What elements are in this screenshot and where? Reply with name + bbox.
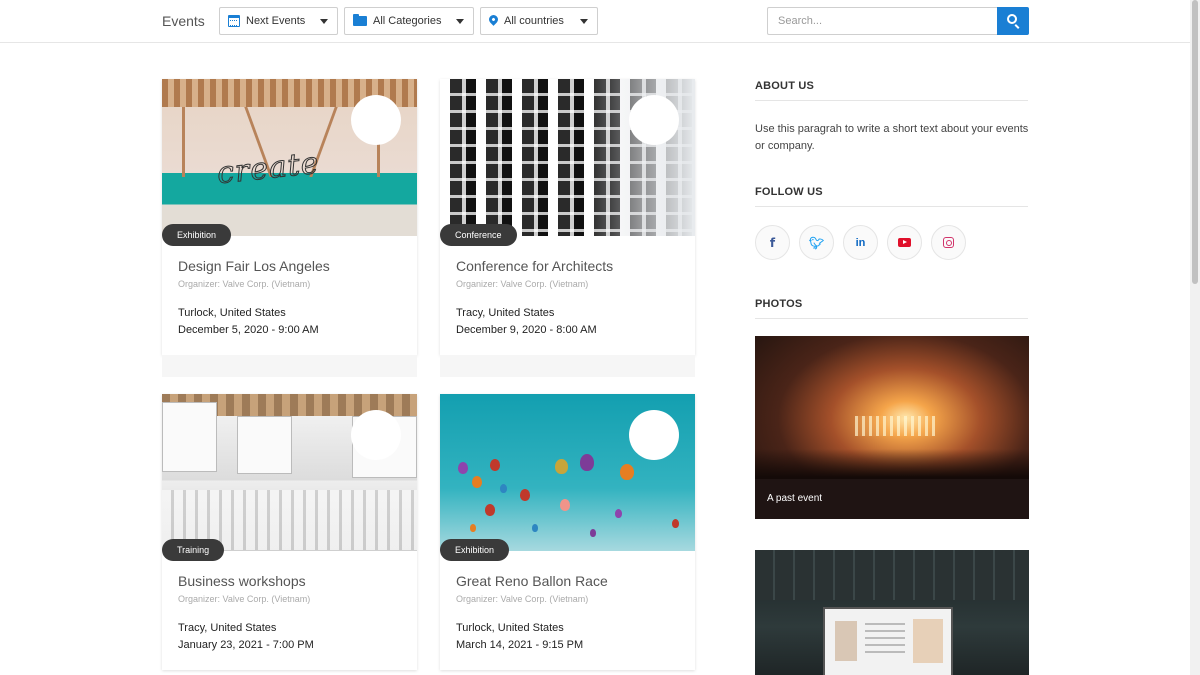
country-filter-label: All countries bbox=[504, 15, 564, 27]
instagram-button[interactable] bbox=[931, 225, 966, 260]
category-filter-dropdown[interactable]: All Categories bbox=[344, 7, 474, 35]
instagram-icon bbox=[943, 237, 954, 248]
caret-down-icon bbox=[580, 19, 588, 24]
page-scrollbar[interactable] bbox=[1190, 0, 1200, 675]
event-card[interactable]: Training Business workshops Organizer: V… bbox=[162, 394, 417, 670]
event-title[interactable]: Design Fair Los Angeles bbox=[178, 258, 330, 274]
caret-down-icon bbox=[456, 19, 464, 24]
event-date: January 23, 2021 - 7:00 PM bbox=[178, 639, 314, 651]
event-date: December 9, 2020 - 8:00 AM bbox=[456, 324, 597, 336]
event-image[interactable] bbox=[440, 394, 695, 551]
follow-heading: FOLLOW US bbox=[755, 186, 1028, 207]
twitter-button[interactable]: 🐦︎ bbox=[799, 225, 834, 260]
date-filter-label: Next Events bbox=[246, 15, 306, 27]
caret-down-icon bbox=[320, 19, 328, 24]
about-heading: ABOUT US bbox=[755, 80, 1028, 101]
event-image[interactable] bbox=[162, 394, 417, 551]
search-input[interactable] bbox=[767, 7, 998, 35]
event-organizer: Organizer: Valve Corp. (Vietnam) bbox=[456, 279, 589, 289]
linkedin-icon: in bbox=[855, 236, 866, 249]
calendar-icon bbox=[228, 15, 240, 27]
category-filter-label: All Categories bbox=[373, 15, 442, 27]
event-location: Tracy, United States bbox=[178, 622, 277, 634]
event-organizer: Organizer: Valve Corp. (Vietnam) bbox=[178, 594, 311, 604]
scrollbar-thumb[interactable] bbox=[1192, 0, 1198, 284]
search-icon bbox=[1007, 14, 1017, 24]
event-image[interactable] bbox=[440, 79, 695, 236]
event-location: Turlock, United States bbox=[178, 307, 286, 319]
event-image[interactable]: create bbox=[162, 79, 417, 236]
country-filter-dropdown[interactable]: All countries bbox=[480, 7, 598, 35]
event-title[interactable]: Conference for Architects bbox=[456, 258, 613, 274]
presentation-screen bbox=[823, 607, 953, 675]
event-organizer: Organizer: Valve Corp. (Vietnam) bbox=[456, 594, 589, 604]
category-badge[interactable]: Exhibition bbox=[440, 539, 510, 561]
event-card[interactable]: Conference Conference for Architects Org… bbox=[440, 79, 695, 377]
create-sign: create bbox=[215, 145, 322, 192]
event-card[interactable]: Exhibition Great Reno Ballon Race Organi… bbox=[440, 394, 695, 670]
folder-icon bbox=[353, 14, 367, 26]
photo-caption: A past event bbox=[755, 479, 1029, 519]
top-navbar: Events Next Events All Categories All co… bbox=[0, 0, 1190, 43]
photos-heading: PHOTOS bbox=[755, 298, 1028, 319]
event-location: Turlock, United States bbox=[456, 622, 564, 634]
category-badge[interactable]: Training bbox=[162, 539, 225, 561]
event-title[interactable]: Great Reno Ballon Race bbox=[456, 573, 608, 589]
twitter-icon: 🐦︎ bbox=[808, 235, 825, 250]
brand-title[interactable]: Events bbox=[162, 13, 205, 29]
card-footer bbox=[440, 355, 695, 377]
organizer-avatar bbox=[351, 95, 401, 145]
linkedin-button[interactable]: in bbox=[843, 225, 878, 260]
event-date: March 14, 2021 - 9:15 PM bbox=[456, 639, 584, 651]
organizer-avatar bbox=[351, 410, 401, 460]
facebook-icon: f bbox=[769, 235, 776, 250]
youtube-icon bbox=[898, 238, 911, 247]
organizer-avatar bbox=[629, 410, 679, 460]
date-filter-dropdown[interactable]: Next Events bbox=[219, 7, 338, 35]
gallery-photo[interactable]: A past event bbox=[755, 336, 1029, 519]
gallery-photo[interactable] bbox=[755, 550, 1029, 675]
organizer-avatar bbox=[629, 95, 679, 145]
about-text: Use this paragrah to write a short text … bbox=[755, 123, 1029, 152]
card-footer bbox=[162, 355, 417, 377]
search-button[interactable] bbox=[997, 7, 1029, 35]
map-pin-icon bbox=[487, 13, 500, 26]
facebook-button[interactable]: f bbox=[755, 225, 790, 260]
event-location: Tracy, United States bbox=[456, 307, 555, 319]
event-date: December 5, 2020 - 9:00 AM bbox=[178, 324, 319, 336]
category-badge[interactable]: Exhibition bbox=[162, 224, 232, 246]
category-badge[interactable]: Conference bbox=[440, 224, 517, 246]
event-organizer: Organizer: Valve Corp. (Vietnam) bbox=[178, 279, 311, 289]
event-card[interactable]: create Exhibition Design Fair Los Angele… bbox=[162, 79, 417, 377]
youtube-button[interactable] bbox=[887, 225, 922, 260]
event-title[interactable]: Business workshops bbox=[178, 573, 306, 589]
